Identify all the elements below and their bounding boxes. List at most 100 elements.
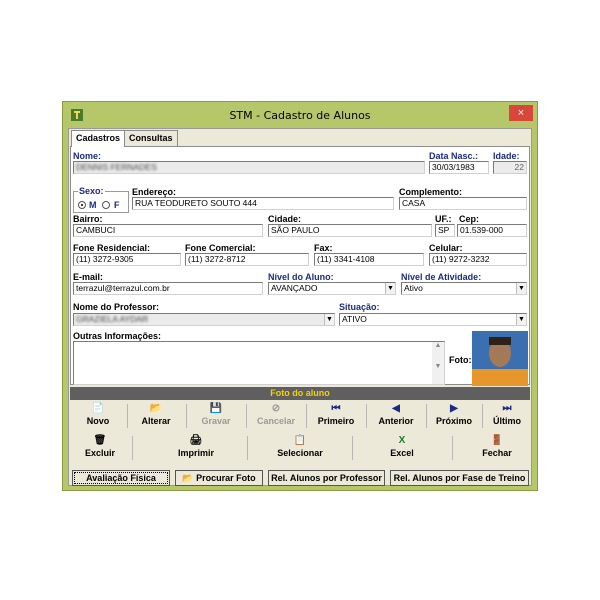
sexo-f-label: F [114,200,120,210]
celular-label: Celular: [429,243,463,253]
nivel-aluno-value: AVANÇADO [271,283,318,293]
chevron-down-icon[interactable]: ▼ [516,283,526,294]
rel-alunos-professor-button[interactable]: Rel. Alunos por Professor [268,470,385,486]
toolbar-divider [426,404,427,428]
endereco-field[interactable]: RUA TEODURETO SOUTO 444 [132,197,394,210]
toolbar-divider [186,404,187,428]
student-photo [472,331,528,386]
complemento-field[interactable]: CASA [399,197,527,210]
uf-label: UF.: [435,214,452,224]
proximo-button[interactable]: ▶ Próximo [428,402,480,430]
nivel-atividade-select[interactable]: Ativo ▼ [401,282,527,295]
trash-icon: 🗑 [93,435,107,446]
professor-label: Nome do Professor: [73,302,160,312]
chevron-down-icon[interactable]: ▼ [516,314,526,325]
next-arrow-icon: ▶ [450,403,458,414]
ultimo-button[interactable]: ⏭ Último [484,402,530,430]
complemento-label: Complemento: [399,187,462,197]
cidade-field[interactable]: SÃO PAULO [268,224,432,237]
new-doc-icon: 📄 [91,403,105,414]
anterior-button[interactable]: ◀ Anterior [368,402,424,430]
nav-toolbar: 📄 Novo 📂 Alterar 💾 Gravar ⊘ Cancelar ⏮ Primei… [70,402,530,430]
textarea-scrollbar[interactable]: ▲ ▼ [432,342,444,384]
sexo-m-radio[interactable] [78,201,86,209]
cadastros-panel: Nome: DENNIS FERNADES Data Nasc.: 30/03/… [70,146,530,386]
cep-label: Cep: [459,214,479,224]
idade-label: Idade: [493,151,520,161]
previous-arrow-icon: ◀ [392,403,400,414]
procurar-foto-button[interactable]: 📂 Procurar Foto [175,470,263,486]
selecionar-button[interactable]: 📋 Selecionar [262,434,338,462]
open-folder-icon: 📂 [149,403,163,414]
situacao-label: Situação: [339,302,380,312]
cidade-label: Cidade: [268,214,302,224]
data-nasc-label: Data Nasc.: [429,151,479,161]
tab-consultas[interactable]: Consultas [124,130,178,146]
outras-informacoes-textarea[interactable]: ▲ ▼ [73,341,445,385]
fone-comercial-label: Fone Comercial: [185,243,256,253]
excel-icon: X [398,435,406,446]
nome-field[interactable]: DENNIS FERNADES [73,161,425,174]
close-window-button[interactable]: × [509,105,533,121]
idade-field: 22 [493,161,527,174]
open-folder-icon: 📂 [182,473,194,483]
toolbar-divider [366,404,367,428]
nome-value: DENNIS FERNADES [76,162,157,172]
imprimir-button[interactable]: 🖨 Imprimir [160,434,232,462]
foto-label: Foto: [449,355,472,365]
primeiro-button[interactable]: ⏮ Primeiro [308,402,364,430]
gravar-button[interactable]: 💾 Gravar [188,402,244,430]
endereco-label: Endereço: [132,187,177,197]
professor-select[interactable]: GRAZIELA AYDAR ▼ [73,313,335,326]
fone-comercial-field[interactable]: (11) 3272-8712 [185,253,309,266]
fechar-button[interactable]: 🚪 Fechar [468,434,526,462]
celular-field[interactable]: (11) 9272-3232 [429,253,527,266]
sexo-f-radio[interactable] [102,201,110,209]
nivel-atividade-label: Nível de Atividade: [401,272,482,282]
window-title: STM - Cadastro de Alunos [229,109,371,122]
rel-alunos-fase-treino-button[interactable]: Rel. Alunos por Fase de Treino [390,470,529,486]
sexo-label: Sexo: [78,186,105,196]
situacao-value: ATIVO [342,314,367,324]
exit-door-icon: 🚪 [490,435,504,446]
alterar-button[interactable]: 📂 Alterar [128,402,184,430]
cep-field[interactable]: 01.539-000 [457,224,527,237]
professor-value: GRAZIELA AYDAR [76,314,149,324]
novo-button[interactable]: 📄 Novo [72,402,124,430]
fone-residencial-field[interactable]: (11) 3272-9305 [73,253,181,266]
sexo-group: Sexo: M F [73,186,129,213]
chevron-down-icon[interactable]: ▼ [385,283,395,294]
fax-label: Fax: [314,243,333,253]
excel-button[interactable]: X Excel [370,434,434,462]
toolbar-divider [352,436,353,460]
uf-field[interactable]: SP [435,224,455,237]
chevron-down-icon[interactable]: ▼ [324,314,334,325]
nome-label: Nome: [73,151,102,161]
situacao-select[interactable]: ATIVO ▼ [339,313,527,326]
cancel-icon: ⊘ [271,403,281,414]
toolbar-divider [247,436,248,460]
toolbar-divider [452,436,453,460]
action-toolbar: 🗑 Excluir 🖨 Imprimir 📋 Selecionar X Excel 🚪 F… [70,434,530,462]
client-area: Cadastros Consultas Nome: DENNIS FERNADE… [68,128,532,486]
email-label: E-mail: [73,272,104,282]
first-record-icon: ⏮ [331,403,341,414]
floppy-disk-icon: 💾 [209,403,223,414]
avaliacao-fisica-button[interactable]: Avaliação Física [72,470,170,486]
sexo-m-label: M [89,200,97,210]
last-record-icon: ⏭ [502,403,512,414]
bairro-field[interactable]: CAMBUCI [73,224,263,237]
toolbar-divider [482,404,483,428]
cancelar-button[interactable]: ⊘ Cancelar [248,402,304,430]
excluir-button[interactable]: 🗑 Excluir [72,434,128,462]
app-window: STM - Cadastro de Alunos × Cadastros Con… [62,101,538,491]
toolbar-divider [132,436,133,460]
data-nasc-field[interactable]: 30/03/1983 [429,161,489,174]
outras-label: Outras Informações: [73,331,162,341]
tab-cadastros[interactable]: Cadastros [71,130,126,147]
fax-field[interactable]: (11) 3341-4108 [314,253,424,266]
title-bar[interactable]: STM - Cadastro de Alunos × [63,102,537,128]
nivel-aluno-select[interactable]: AVANÇADO ▼ [268,282,396,295]
email-field[interactable]: terrazul@terrazul.com.br [73,282,263,295]
printer-icon: 🖨 [189,435,203,446]
